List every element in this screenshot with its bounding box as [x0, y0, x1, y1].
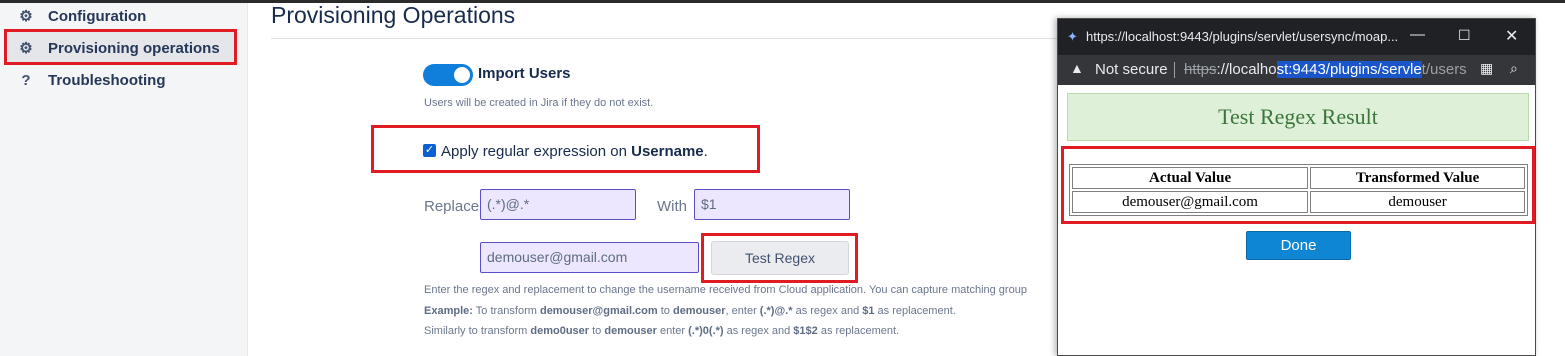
replace-input[interactable]: (.*)@.* [480, 189, 636, 220]
column-header: Transformed Value [1310, 167, 1525, 189]
with-input[interactable]: $1 [694, 189, 850, 220]
test-regex-button[interactable]: Test Regex [711, 241, 849, 275]
maximize-icon[interactable]: ☐ [1458, 27, 1471, 44]
divider [271, 38, 1061, 39]
close-icon[interactable]: ✕ [1505, 26, 1518, 46]
test-value-input[interactable]: demouser@gmail.com [480, 242, 699, 273]
address-url[interactable]: https://localhost:9443/plugins/servlet/u… [1184, 61, 1474, 78]
sidebar-item-configuration[interactable]: ⚙ Configuration [8, 0, 234, 32]
sidebar-item-label: Troubleshooting [48, 71, 166, 89]
help-line: Similarly to transform demo0user to demo… [424, 325, 900, 337]
help-line: Example: To transform demouser@gmail.com… [424, 305, 956, 317]
sidebar-item-label: Configuration [48, 7, 147, 25]
done-button[interactable]: Done [1246, 231, 1351, 260]
sidebar-item-troubleshooting[interactable]: ? Troubleshooting [8, 64, 234, 96]
divider [1174, 62, 1175, 78]
zoom-icon[interactable]: ⌕ [1510, 60, 1518, 77]
site-icon: ✦ [1067, 29, 1078, 44]
import-users-label: Import Users [478, 65, 571, 82]
replace-label: Replace [424, 198, 480, 215]
not-secure-label[interactable]: Not secure [1095, 61, 1168, 78]
regex-checkbox-label: Apply regular expression on Username. [441, 143, 708, 160]
gear-icon: ⚙ [19, 8, 33, 25]
import-users-hint: Users will be created in Jira if they do… [424, 97, 654, 109]
with-label: With [657, 198, 687, 215]
regex-checkbox[interactable]: ✓ [423, 144, 436, 157]
import-users-toggle[interactable] [423, 64, 473, 86]
qr-code-icon[interactable]: ▦ [1480, 60, 1493, 77]
result-table: Actual Value Transformed Value demouser@… [1069, 164, 1528, 216]
toggle-knob [454, 67, 470, 83]
column-header: Actual Value [1072, 167, 1309, 189]
popup-titlebar: ✦ https://localhost:9443/plugins/servlet… [1058, 19, 1535, 55]
page-title: Provisioning Operations [271, 2, 516, 28]
popup-address-bar: ▲ Not secure https://localhost:9443/plug… [1058, 55, 1535, 85]
popup-window-title: https://localhost:9443/plugins/servlet/u… [1086, 29, 1399, 44]
table-row: demouser@gmail.com demouser [1072, 191, 1525, 213]
help-line: Enter the regex and replacement to chang… [424, 284, 1027, 296]
highlight-box [4, 29, 237, 65]
actual-value-cell: demouser@gmail.com [1072, 191, 1309, 213]
transformed-value-cell: demouser [1310, 191, 1525, 213]
popup-window: ✦ https://localhost:9443/plugins/servlet… [1057, 18, 1536, 356]
question-icon: ? [21, 71, 31, 89]
table-header-row: Actual Value Transformed Value [1072, 167, 1525, 189]
warning-icon: ▲ [1070, 60, 1084, 76]
minimize-icon[interactable]: — [1410, 26, 1425, 43]
result-banner: Test Regex Result [1067, 93, 1529, 141]
